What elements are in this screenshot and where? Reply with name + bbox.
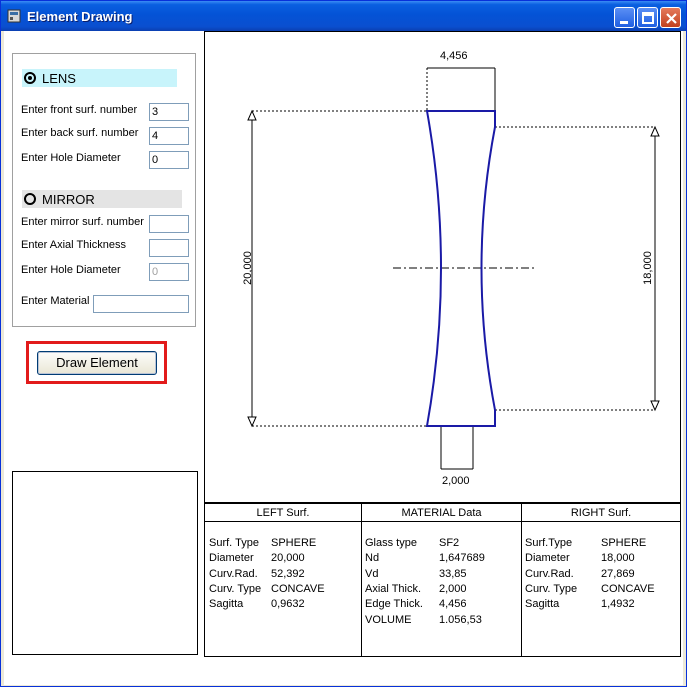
- row-value: 18,000: [601, 552, 635, 565]
- left-diameter-label: 20,000: [242, 251, 254, 285]
- row-key: Curv.Rad.: [525, 567, 574, 580]
- row-value: SPHERE: [271, 537, 317, 549]
- preview-box: [12, 471, 198, 655]
- material-column: Glass type SF2 Nd 1,647689 Vd 33,85 Axial Thic…: [365, 504, 515, 656]
- row-value: 33,85: [439, 567, 467, 580]
- lens-radio[interactable]: LENS: [22, 69, 177, 87]
- row-value: CONCAVE: [601, 582, 655, 595]
- material-row: VOLUME 1.056,53: [365, 613, 515, 628]
- left-diameter-arrow-bottom: [247, 416, 257, 428]
- left-surf-column: Surf. Type SPHERE Diameter 20,000 Curv.Rad. 5…: [209, 504, 359, 656]
- row-key: Axial Thick.: [365, 582, 422, 595]
- row-value: 1,4932: [601, 598, 635, 611]
- column-divider: [521, 504, 522, 656]
- row-key: VOLUME: [365, 613, 412, 626]
- left-diameter-arrow-top: [247, 109, 257, 121]
- radio-selected-icon: [24, 72, 36, 84]
- row-value: CONCAVE: [271, 582, 325, 595]
- window-title: Element Drawing: [27, 9, 133, 24]
- close-icon: [666, 13, 677, 24]
- right-surf-row: Curv. Type CONCAVE: [525, 582, 675, 597]
- left-surf-row: Diameter 20,000: [209, 551, 359, 566]
- row-key: Sagitta: [525, 598, 560, 611]
- row-key: Edge Thick.: [365, 598, 423, 611]
- mirror-radio[interactable]: MIRROR: [22, 190, 182, 208]
- row-value: SPHERE: [601, 537, 647, 549]
- client-area: LENS Enter front surf. number 3 Enter ba…: [4, 31, 683, 685]
- minimize-icon: [620, 21, 628, 24]
- row-value: 20,000: [271, 552, 305, 565]
- surface-data-table: LEFT Surf. MATERIAL Data RIGHT Surf. Sur…: [204, 503, 681, 657]
- mirror-hole-label: Enter Hole Diameter: [21, 264, 121, 276]
- mirror-surf-input[interactable]: [149, 215, 189, 233]
- lens-hole-input[interactable]: 0: [149, 151, 189, 169]
- edge-thickness-label: 4,456: [440, 50, 468, 62]
- right-diameter-arrow-top: [650, 125, 660, 137]
- material-input[interactable]: [93, 295, 189, 313]
- right-surf-row: Curv.Rad. 27,869: [525, 567, 675, 582]
- maximize-icon: [642, 12, 654, 24]
- radio-unselected-icon: [24, 193, 36, 205]
- app-window: Element Drawing LENS Enter front surf. n…: [0, 0, 687, 687]
- lens-hole-label: Enter Hole Diameter: [21, 152, 121, 164]
- material-label: Enter Material: [21, 295, 90, 307]
- front-surf-input[interactable]: 3: [149, 103, 189, 121]
- row-value: 2,000: [439, 582, 467, 595]
- minimize-button[interactable]: [614, 7, 635, 28]
- row-value: 27,869: [601, 567, 635, 580]
- row-key: Surf.Type: [525, 537, 573, 549]
- row-key: Nd: [365, 552, 380, 565]
- row-key: Vd: [365, 567, 379, 580]
- row-value: 4,456: [439, 598, 467, 611]
- left-surf-row: Curv.Rad. 52,392: [209, 567, 359, 582]
- row-key: Glass type: [365, 537, 417, 549]
- axial-thickness-label: Enter Axial Thickness: [21, 239, 126, 251]
- title-bar[interactable]: Element Drawing: [1, 1, 686, 31]
- close-button[interactable]: [660, 7, 681, 28]
- app-icon: [7, 9, 21, 23]
- row-value: 52,392: [271, 567, 305, 580]
- right-surf-row: Surf.Type SPHERE: [525, 536, 675, 551]
- right-diameter-label: 18,000: [642, 251, 654, 285]
- back-surf-label: Enter back surf. number: [21, 127, 139, 139]
- row-key: Diameter: [209, 552, 254, 565]
- left-surf-row: Sagitta 0,9632: [209, 597, 359, 612]
- material-row: Axial Thick. 2,000: [365, 582, 515, 597]
- row-key: Curv.Rad.: [209, 567, 258, 580]
- mirror-surf-label: Enter mirror surf. number: [21, 216, 144, 228]
- draw-element-button[interactable]: Draw Element: [37, 351, 157, 375]
- row-key: Curv. Type: [525, 582, 578, 595]
- row-key: Sagitta: [209, 598, 244, 611]
- left-surf-row: Surf. Type SPHERE: [209, 536, 359, 551]
- front-surf-label: Enter front surf. number: [21, 104, 138, 116]
- maximize-button[interactable]: [637, 7, 658, 28]
- right-surf-row: Diameter 18,000: [525, 551, 675, 566]
- left-surf-row: Curv. Type CONCAVE: [209, 582, 359, 597]
- row-key: Surf. Type: [209, 537, 259, 549]
- row-value: 1.056,53: [439, 613, 482, 626]
- material-row: Edge Thick. 4,456: [365, 597, 515, 612]
- mirror-hole-input[interactable]: 0: [149, 263, 189, 281]
- mirror-label: MIRROR: [42, 191, 95, 207]
- right-surf-row: Sagitta 1,4932: [525, 597, 675, 612]
- row-value: 0,9632: [271, 598, 305, 611]
- row-key: Diameter: [525, 552, 570, 565]
- material-row: Glass type SF2: [365, 536, 515, 551]
- right-surf-column: Surf.Type SPHERE Diameter 18,000 Curv.Rad. 27…: [525, 504, 675, 656]
- material-row: Nd 1,647689: [365, 551, 515, 566]
- axial-thickness-input[interactable]: [149, 239, 189, 257]
- lens-label: LENS: [42, 70, 76, 86]
- column-divider: [361, 504, 362, 656]
- row-value: 1,647689: [439, 552, 485, 565]
- center-thickness-label: 2,000: [442, 475, 470, 487]
- row-key: Curv. Type: [209, 582, 262, 595]
- right-diameter-arrow-bottom: [650, 400, 660, 412]
- material-row: Vd 33,85: [365, 567, 515, 582]
- drawing-canvas: 4,456 2,000 20,000 18,000: [204, 31, 681, 503]
- lens-drawing: 4,456 2,000 20,000 18,000: [242, 50, 660, 487]
- back-surf-input[interactable]: 4: [149, 127, 189, 145]
- row-value: SF2: [439, 537, 460, 549]
